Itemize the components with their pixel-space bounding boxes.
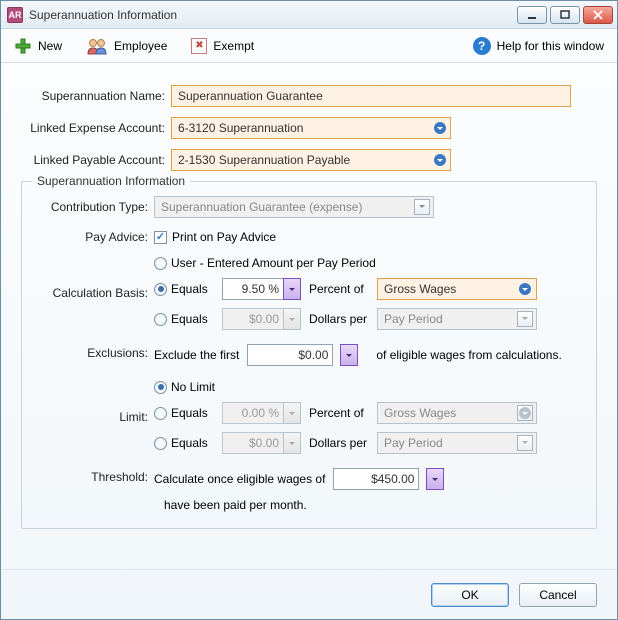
expense-account-input[interactable] <box>171 117 451 139</box>
minimize-button[interactable] <box>517 6 547 24</box>
limit-percent-of-value: Gross Wages <box>384 406 456 420</box>
contribution-type-select: Superannuation Guarantee (expense) <box>154 196 434 218</box>
percent-of-select[interactable]: Gross Wages <box>377 278 537 300</box>
threshold-pre-text: Calculate once eligible wages of <box>154 472 325 486</box>
percent-of-value: Gross Wages <box>384 282 456 296</box>
contribution-type-label: Contribution Type: <box>38 200 154 214</box>
employee-label: Employee <box>114 39 167 53</box>
employee-button[interactable]: Employee <box>81 34 172 58</box>
ok-button[interactable]: OK <box>431 583 509 607</box>
calc-equals-label-1: Equals <box>171 282 208 296</box>
calc-dollar-spinner <box>283 308 301 330</box>
dollars-per-value: Pay Period <box>384 312 443 326</box>
chevron-down-icon <box>517 435 533 451</box>
super-name-label: Superannuation Name: <box>21 89 171 103</box>
expense-dropdown-icon[interactable] <box>433 121 447 135</box>
super-info-group: Superannuation Information Contribution … <box>21 181 597 529</box>
app-icon: AR <box>7 7 23 23</box>
exclusions-label: Exclusions: <box>38 344 154 360</box>
limit-equals-label-1: Equals <box>171 406 208 420</box>
dropdown-icon <box>517 405 533 421</box>
limit-equals-dollar-radio[interactable]: Equals <box>154 436 214 450</box>
percent-of-label: Percent of <box>301 282 377 296</box>
calc-equals-percent-radio[interactable]: Equals <box>154 282 214 296</box>
limit-dollars-per-select: Pay Period <box>377 432 537 454</box>
radio-icon <box>154 257 167 270</box>
button-bar: OK Cancel <box>1 569 617 619</box>
help-label: Help for this window <box>497 39 604 53</box>
calc-user-radio[interactable]: User - Entered Amount per Pay Period <box>154 256 376 270</box>
threshold-input[interactable] <box>333 468 419 490</box>
new-label: New <box>38 39 62 53</box>
pay-advice-label: Pay Advice: <box>38 230 154 244</box>
threshold-post-text: have been paid per month. <box>164 498 307 512</box>
limit-dollar-input <box>222 432 284 454</box>
calc-percent-spinner[interactable] <box>283 278 301 300</box>
print-pay-advice-label: Print on Pay Advice <box>172 230 276 244</box>
limit-none-radio[interactable]: No Limit <box>154 380 215 394</box>
dollars-per-select: Pay Period <box>377 308 537 330</box>
limit-percent-of-label: Percent of <box>301 406 377 420</box>
title-bar: AR Superannuation Information <box>1 1 617 29</box>
close-icon <box>592 10 604 20</box>
limit-equals-label-2: Equals <box>171 436 208 450</box>
people-icon <box>86 37 108 55</box>
calc-equals-dollar-radio[interactable]: Equals <box>154 312 214 326</box>
exempt-icon: ✖ <box>191 38 207 54</box>
help-button[interactable]: ? Help for this window <box>468 34 609 58</box>
exclusions-input[interactable] <box>247 344 333 366</box>
calc-percent-input[interactable] <box>222 278 284 300</box>
payable-account-input[interactable] <box>171 149 451 171</box>
radio-icon <box>154 313 167 326</box>
maximize-button[interactable] <box>550 6 580 24</box>
contribution-type-value: Superannuation Guarantee (expense) <box>161 200 362 214</box>
checkbox-icon <box>154 231 167 244</box>
toolbar: New Employee ✖ Exempt ? Help for this wi… <box>1 29 617 63</box>
help-icon: ? <box>473 37 491 55</box>
exempt-button[interactable]: ✖ Exempt <box>186 35 259 57</box>
radio-icon <box>154 407 167 420</box>
radio-icon <box>154 283 167 296</box>
radio-icon <box>154 381 167 394</box>
limit-percent-input <box>222 402 284 424</box>
window-title: Superannuation Information <box>29 8 514 22</box>
limit-label: Limit: <box>38 410 154 424</box>
group-title: Superannuation Information <box>32 174 190 188</box>
limit-dollar-spinner <box>283 432 301 454</box>
new-button[interactable]: New <box>9 34 67 58</box>
payable-dropdown-icon[interactable] <box>433 153 447 167</box>
chevron-down-icon <box>517 311 533 327</box>
calc-user-label: User - Entered Amount per Pay Period <box>171 256 376 270</box>
payable-account-label: Linked Payable Account: <box>21 153 171 167</box>
window-frame: AR Superannuation Information New <box>0 0 618 620</box>
dollars-per-label: Dollars per <box>301 312 377 326</box>
limit-percent-of-select: Gross Wages <box>377 402 537 424</box>
exclusions-spinner[interactable] <box>340 344 358 366</box>
limit-dollars-per-value: Pay Period <box>384 436 443 450</box>
threshold-label: Threshold: <box>38 468 154 484</box>
print-pay-advice-checkbox[interactable]: Print on Pay Advice <box>154 230 276 244</box>
cancel-button[interactable]: Cancel <box>519 583 597 607</box>
limit-equals-percent-radio[interactable]: Equals <box>154 406 214 420</box>
calc-equals-label-2: Equals <box>171 312 208 326</box>
content-area: Superannuation Name: Linked Expense Acco… <box>1 63 617 569</box>
calc-basis-label: Calculation Basis: <box>38 286 154 300</box>
plus-icon <box>14 37 32 55</box>
exempt-label: Exempt <box>213 39 254 53</box>
close-button[interactable] <box>583 6 613 24</box>
chevron-down-icon <box>414 199 430 215</box>
expense-account-label: Linked Expense Account: <box>21 121 171 135</box>
exclusions-pre-text: Exclude the first <box>154 348 239 362</box>
limit-none-label: No Limit <box>171 380 215 394</box>
minimize-icon <box>526 10 538 20</box>
super-name-input[interactable] <box>171 85 571 107</box>
limit-percent-spinner <box>283 402 301 424</box>
threshold-spinner[interactable] <box>426 468 444 490</box>
radio-icon <box>154 437 167 450</box>
maximize-icon <box>559 10 571 20</box>
limit-dollars-per-label: Dollars per <box>301 436 377 450</box>
exclusions-post-text: of eligible wages from calculations. <box>376 348 561 362</box>
calc-dollar-input <box>222 308 284 330</box>
dropdown-icon <box>518 282 532 296</box>
